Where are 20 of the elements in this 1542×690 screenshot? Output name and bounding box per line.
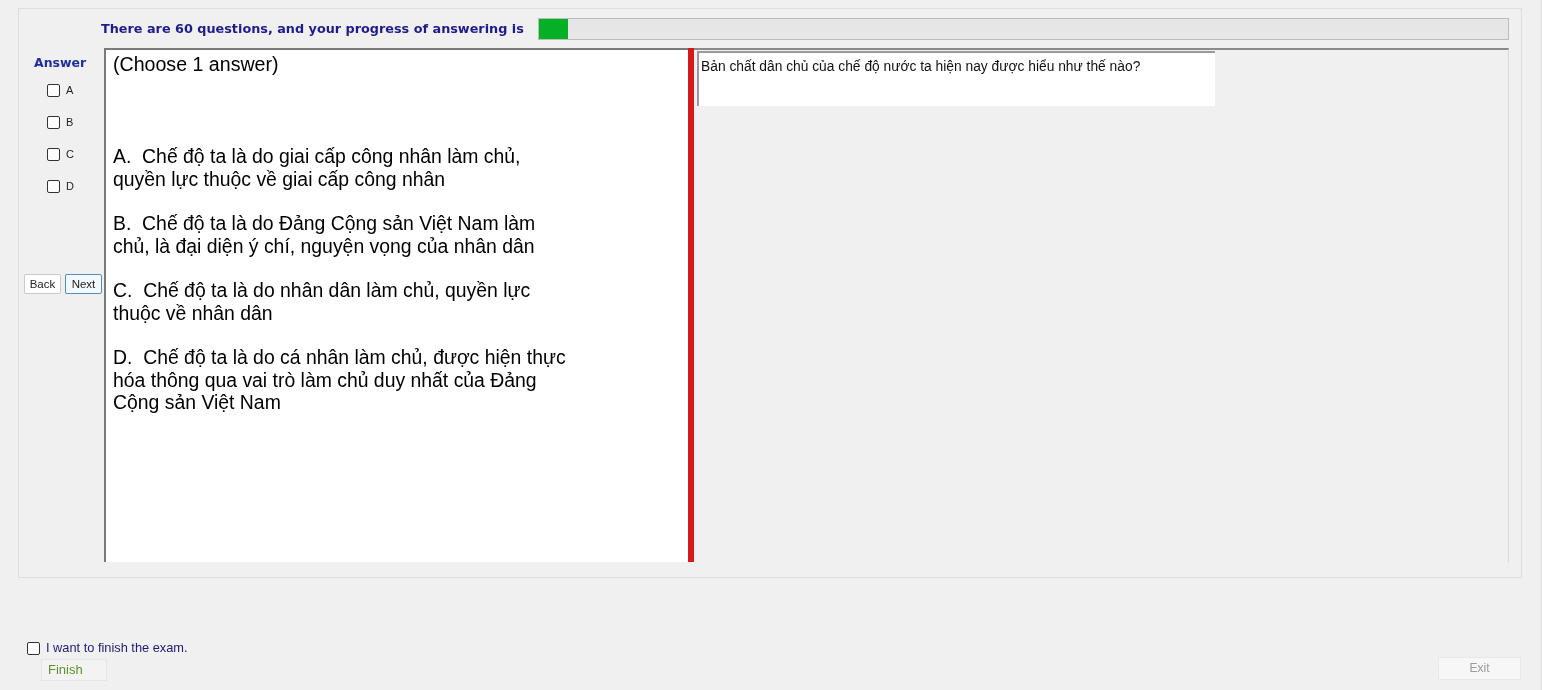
choice-text: D. Chế độ ta là do cá nhân làm chủ, được hiện thực hóa thông qua vai trò làm chủ duy nhất của Đảng Cộng sản Việt Nam (113, 346, 567, 414)
answer-heading: Answer (34, 55, 87, 71)
progress-text: There are 60 questions, and your progress of answering is (101, 20, 524, 39)
choice-text: B. Chế độ ta là do Đảng Cộng sản Việt Nam làm chủ, là đại diện ý chí, nguyện vọng của nhân dân (113, 212, 537, 257)
answer-checkbox[interactable] (47, 84, 60, 97)
finish-checkbox-label: I want to finish the exam. (46, 641, 188, 655)
answer-checkbox[interactable] (47, 116, 60, 129)
answer-checkbox[interactable] (47, 180, 60, 193)
choice-text: A. Chế độ ta là do giai cấp công nhân làm chủ, quyền lực thuộc về giai cấp công nhân (113, 145, 522, 190)
finish-checkbox[interactable] (27, 641, 40, 655)
instruction-text: (Choose 1 answer) (113, 53, 279, 76)
option-label: D (66, 180, 74, 193)
back-button[interactable]: Back (24, 274, 61, 294)
question-text: Bản chất dân chủ của chế độ nước ta hiện nay được hiểu như thế nào? (701, 59, 1141, 74)
option-label: B (66, 116, 74, 129)
next-button[interactable]: Next (65, 274, 102, 294)
option-label: A (66, 84, 74, 97)
answer-checkbox[interactable] (47, 148, 60, 161)
choice-text: C. Chế độ ta là do nhân dân làm chủ, quyền lực thuộc về nhân dân (113, 279, 532, 324)
option-label: C (66, 148, 74, 161)
